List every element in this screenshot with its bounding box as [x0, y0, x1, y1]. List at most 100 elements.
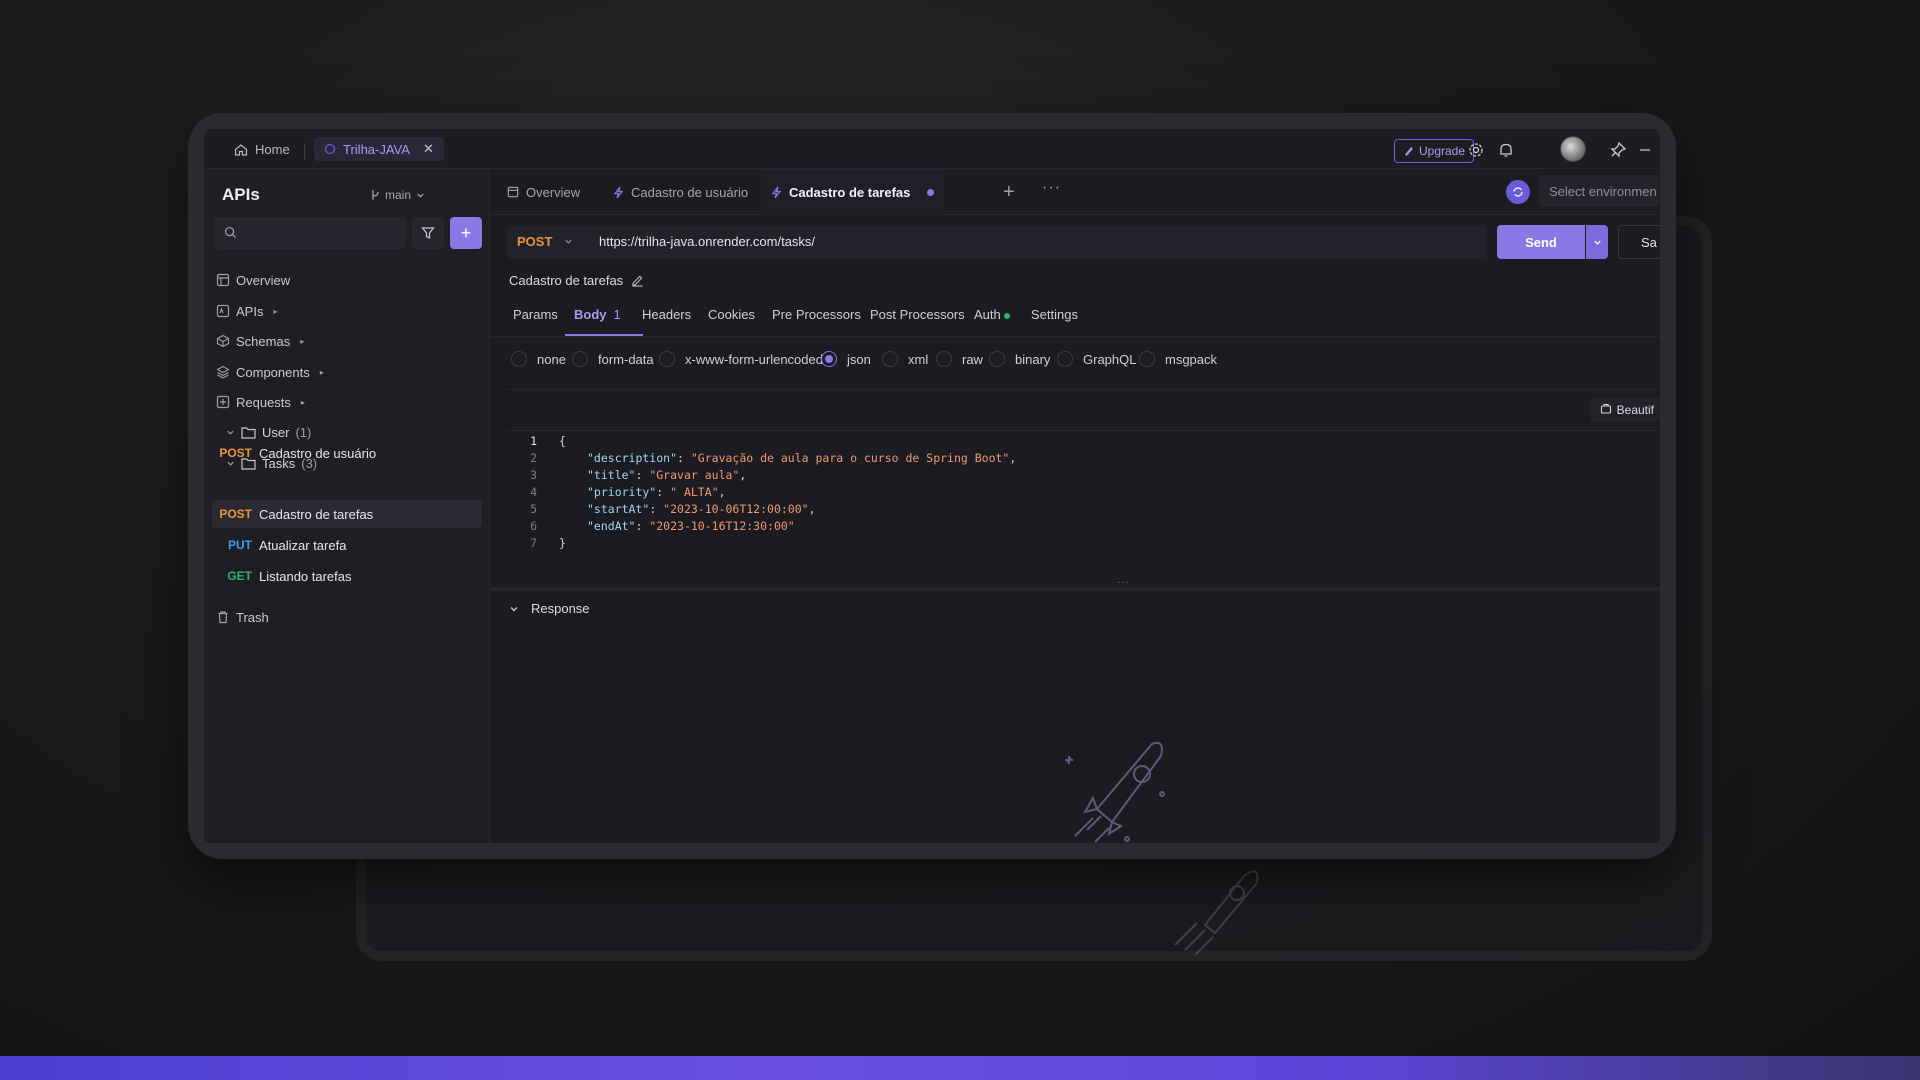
folder-count: (1) [295, 424, 312, 440]
drag-handle-icon[interactable]: ··· [1117, 577, 1130, 588]
settings-icon[interactable] [1467, 141, 1485, 159]
tab-body[interactable]: Body 1 [574, 307, 621, 322]
sidebar-item-overview[interactable]: Overview [216, 269, 290, 291]
radio-circle-selected [821, 351, 837, 367]
json-key: "startAt" [587, 502, 650, 516]
method-badge: PUT [228, 538, 252, 552]
radio-binary[interactable]: binary [989, 351, 1050, 367]
tab-post-processors[interactable]: Post Processors [870, 307, 965, 322]
radio-none[interactable]: none [511, 351, 566, 367]
line-number: 5 [530, 502, 537, 516]
project-tab[interactable]: Trilha-JAVA ✕ [314, 137, 444, 161]
request-name: Cadastro de tarefas [259, 506, 374, 522]
request-item-active[interactable]: POST Cadastro de tarefas [212, 500, 482, 528]
home-tab[interactable]: Home [234, 142, 290, 157]
request-item[interactable]: PUT Atualizar tarefa [212, 531, 482, 559]
method-select[interactable]: POST [517, 234, 573, 249]
sidebar-item-label: Requests [236, 394, 291, 410]
sidebar-item-label: Components [236, 364, 310, 380]
radio-label: binary [1015, 351, 1051, 367]
main-panel: Overview Cadastro de usuário Cadastro de… [491, 169, 1660, 843]
tab-auth[interactable]: Auth [974, 307, 1010, 322]
requests-icon [216, 395, 230, 409]
environment-select[interactable]: Select environmen [1539, 175, 1659, 207]
caret-icon: ▸ [319, 367, 324, 377]
minimize-icon[interactable] [1636, 141, 1654, 159]
tab-label: Cadastro de usuário [631, 184, 749, 200]
folder-icon [241, 457, 256, 470]
app-frame: Home Trilha-JAVA ✕ Upgrade APIs main + O… [188, 113, 1676, 859]
tab-cadastro-tarefas[interactable]: Cadastro de tarefas [761, 169, 945, 215]
home-label: Home [255, 142, 290, 157]
search-input[interactable] [214, 217, 406, 249]
tab-overview[interactable]: Overview [507, 169, 580, 215]
close-icon[interactable]: ✕ [423, 141, 434, 157]
code-line: 3 "title": "Gravar aula", [507, 468, 746, 485]
tab-params[interactable]: Params [513, 307, 558, 322]
radio-label: json [847, 351, 871, 367]
json-key: "endAt" [587, 519, 636, 533]
tab-pre-processors[interactable]: Pre Processors [772, 307, 861, 322]
json-editor[interactable]: Beautif 1 { 2 "description": "Gravação d… [507, 389, 1660, 574]
lightning-icon [613, 186, 624, 198]
tab-headers[interactable]: Headers [642, 307, 691, 322]
avatar[interactable] [1560, 136, 1586, 162]
environment-icon[interactable] [1506, 180, 1530, 204]
url-input[interactable]: https://trilha-java.onrender.com/tasks/ [599, 234, 815, 249]
tab-settings[interactable]: Settings [1031, 307, 1078, 322]
request-item[interactable]: GET Listando tarefas [212, 562, 482, 590]
code-line: 4 "priority": " ALTA", [507, 485, 725, 502]
radio-form-data[interactable]: form-data [572, 351, 654, 367]
body-type-radios: none form-data x-www-form-urlencoded jso… [491, 345, 1660, 375]
sidebar-item-schemas[interactable]: Schemas ▸ [216, 330, 304, 352]
add-button[interactable]: + [450, 217, 482, 249]
sidebar-title: APIs [222, 185, 260, 204]
sidebar-item-trash[interactable]: Trash [216, 606, 269, 628]
rocket-illustration [1065, 741, 1165, 843]
sidebar-item-label: Trash [236, 609, 269, 625]
new-tab-button[interactable]: + [1003, 181, 1015, 204]
code-line: 7 } [507, 536, 566, 553]
edit-icon[interactable] [631, 274, 644, 287]
radio-label: form-data [598, 351, 654, 367]
radio-urlencoded[interactable]: x-www-form-urlencoded [659, 351, 823, 367]
request-subtabs: Params Body 1 Headers Cookies Pre Process… [491, 291, 1660, 337]
json-comma: , [1009, 451, 1017, 465]
sidebar-item-requests[interactable]: Requests ▸ [216, 391, 305, 413]
upgrade-button[interactable]: Upgrade [1394, 139, 1475, 163]
request-name: Atualizar tarefa [259, 537, 347, 553]
radio-graphql[interactable]: GraphQL [1057, 351, 1136, 367]
bell-icon[interactable] [1497, 141, 1515, 159]
beautify-button[interactable]: Beautif [1589, 398, 1660, 422]
radio-msgpack[interactable]: msgpack [1139, 351, 1217, 367]
send-dropdown-button[interactable] [1586, 225, 1608, 259]
code-text: "description": "Gravação de aula para o … [587, 451, 1017, 465]
request-tabs: Overview Cadastro de usuário Cadastro de… [491, 169, 1660, 215]
tab-cadastro-usuario[interactable]: Cadastro de usuário [613, 169, 773, 215]
json-value: " ALTA" [670, 485, 719, 499]
code-line: 1 { [507, 434, 566, 451]
divider [304, 143, 305, 159]
chevron-down-icon [227, 461, 234, 466]
folder-count: (3) [301, 455, 318, 471]
more-tabs-button[interactable]: ··· [1042, 179, 1061, 197]
sidebar-item-components[interactable]: Components ▸ [216, 361, 324, 383]
folder-tasks[interactable]: Tasks (3) [226, 452, 317, 474]
radio-raw[interactable]: raw [936, 351, 983, 367]
panel-resizer[interactable] [491, 587, 1660, 591]
save-button[interactable]: Sa [1618, 225, 1660, 259]
filter-button[interactable] [412, 217, 444, 249]
json-key: "priority" [587, 485, 657, 499]
response-section-header[interactable]: Response [509, 601, 590, 616]
branch-selector[interactable]: main [370, 188, 425, 202]
sidebar-item-apis[interactable]: APIs ▸ [216, 300, 277, 322]
status-dot [1003, 312, 1010, 319]
pin-icon[interactable] [1609, 141, 1627, 159]
tab-cookies[interactable]: Cookies [708, 307, 755, 322]
radio-xml[interactable]: xml [882, 351, 928, 367]
code-area[interactable]: 1 { 2 "description": "Gravação de aula p… [507, 430, 1660, 570]
radio-label: raw [962, 351, 983, 367]
radio-json[interactable]: json [821, 351, 871, 367]
send-button[interactable]: Send [1497, 225, 1585, 259]
json-comma: , [739, 468, 747, 482]
